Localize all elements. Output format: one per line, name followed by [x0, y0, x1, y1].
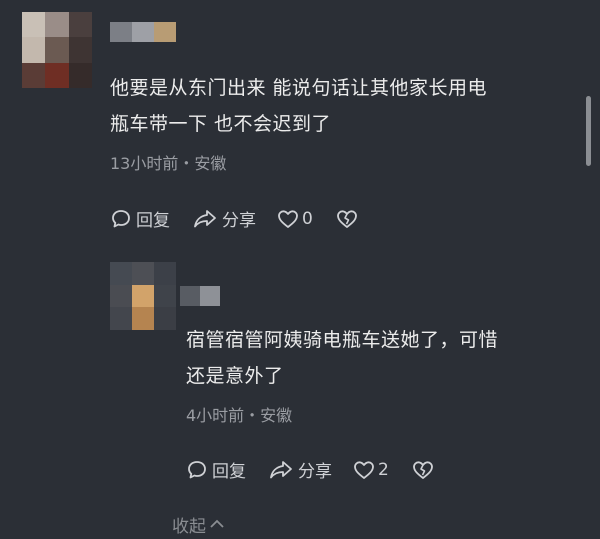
share-arrow-icon [268, 459, 294, 481]
comment-text: 他要是从东门出来 能说句话让其他家长用电 瓶车带一下 也不会迟到了 [110, 70, 580, 142]
reply-like-button[interactable]: 2 [352, 459, 389, 481]
share-button[interactable]: 分享 [192, 206, 256, 231]
reply-avatar[interactable] [110, 262, 176, 330]
comment-meta: 13小时前・安徽 [110, 154, 227, 173]
speech-bubble-icon [186, 459, 208, 481]
scrollbar[interactable] [586, 96, 591, 166]
reply-actions: 回复 分享 2 [186, 457, 435, 482]
reply-button[interactable]: 回复 [110, 206, 170, 231]
reply-reply-button[interactable]: 回复 [186, 457, 246, 482]
reply-share-button[interactable]: 分享 [268, 457, 332, 482]
username-blurred[interactable] [110, 22, 176, 42]
share-arrow-icon [192, 208, 218, 230]
dislike-button[interactable] [335, 208, 359, 230]
speech-bubble-icon [110, 208, 132, 230]
reply-text: 宿管宿管阿姨骑电瓶车送她了，可惜 还是意外了 [186, 322, 581, 394]
heart-icon [352, 459, 376, 481]
broken-heart-icon [335, 208, 359, 230]
reply-dislike-button[interactable] [411, 459, 435, 481]
broken-heart-icon [411, 459, 435, 481]
share-label: 分享 [298, 462, 332, 482]
like-button[interactable]: 0 [276, 208, 313, 230]
reply-label: 回复 [212, 462, 246, 482]
reply-line: 还是意外了 [186, 365, 284, 387]
comment-line: 瓶车带一下 也不会迟到了 [110, 113, 332, 135]
comment-thread: 他要是从东门出来 能说句话让其他家长用电 瓶车带一下 也不会迟到了 13小时前・… [0, 0, 600, 539]
like-count: 0 [302, 208, 313, 229]
reply-line: 宿管宿管阿姨骑电瓶车送她了，可惜 [186, 329, 499, 351]
avatar[interactable] [22, 12, 92, 88]
like-count: 2 [378, 459, 389, 480]
reply-label: 回复 [136, 211, 170, 231]
heart-icon [276, 208, 300, 230]
share-label: 分享 [222, 211, 256, 231]
reply-meta: 4小时前・安徽 [186, 406, 293, 425]
collapse-label: 收起 [172, 517, 206, 537]
comment-actions: 回复 分享 0 [110, 206, 359, 231]
comment-line: 他要是从东门出来 能说句话让其他家长用电 [110, 77, 488, 99]
chevron-up-icon [209, 515, 225, 535]
collapse-button[interactable]: 收起 [172, 512, 225, 537]
reply-username-blurred[interactable] [180, 286, 220, 306]
